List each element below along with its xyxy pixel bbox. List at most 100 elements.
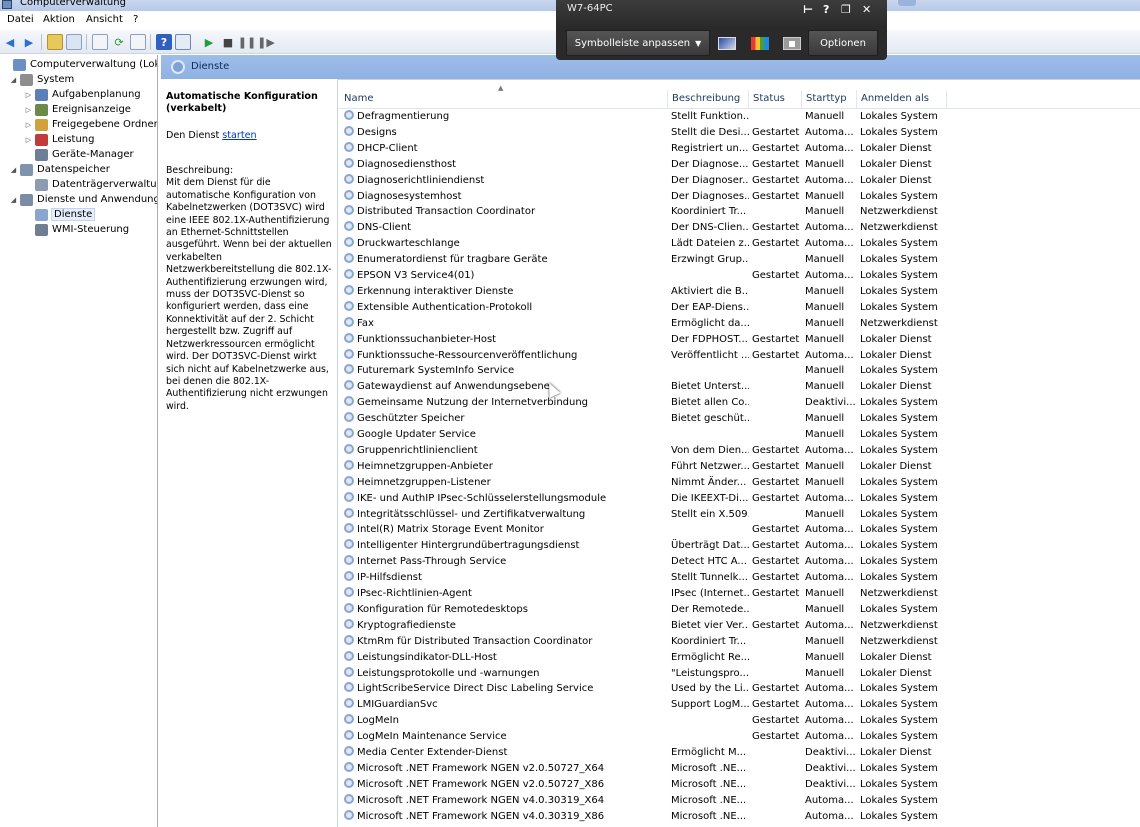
help-icon[interactable]: ?	[156, 34, 172, 50]
column-header-logon-as[interactable]: Anmelden als	[857, 90, 947, 108]
table-row[interactable]: Intelligenter Hintergrundübertragungsdie…	[338, 538, 1140, 554]
table-row[interactable]: DNS-Client Der DNS-Clien... Gestartet Autom…	[338, 220, 1140, 236]
table-row[interactable]: Heimnetzgruppen-Anbieter Führt Netzwer...…	[338, 459, 1140, 475]
network-icon[interactable]	[783, 37, 801, 50]
menu-datei[interactable]: Datei	[7, 14, 34, 25]
tree-item[interactable]: ◢ System	[9, 72, 74, 87]
tree-item[interactable]: Datenträgerverwaltung	[24, 177, 157, 192]
column-header-status[interactable]: Status	[749, 90, 802, 108]
tree-item[interactable]: ◢ Dienste und Anwendungen	[9, 192, 157, 207]
table-row[interactable]: Defragmentierung Stellt Funktion... Manuel…	[338, 109, 1140, 125]
color-quality-icon[interactable]	[751, 37, 769, 50]
tree-item[interactable]: ▷ Leistung	[24, 132, 94, 147]
table-row[interactable]: Geschützter Speicher Bietet geschüt... Man…	[338, 411, 1140, 427]
table-row[interactable]: Fax Ermöglicht da... Manuell Netzwerkdienst	[338, 316, 1140, 332]
table-row[interactable]: Internet Pass-Through Service Detect HTC …	[338, 554, 1140, 570]
table-row[interactable]: Futuremark SystemInfo Service Manuell Loka…	[338, 363, 1140, 379]
table-row[interactable]: Erkennung interaktiver Dienste Aktiviert …	[338, 284, 1140, 300]
table-row[interactable]: Heimnetzgruppen-Listener Nimmt Änder... Ge…	[338, 475, 1140, 491]
expand-arrow-icon[interactable]: ▷	[24, 91, 33, 99]
menu-ansicht[interactable]: Ansicht	[86, 14, 123, 25]
expand-arrow-icon[interactable]: ▷	[24, 106, 33, 114]
table-row[interactable]: Microsoft .NET Framework NGEN v4.0.30319…	[338, 793, 1140, 809]
table-row[interactable]: Google Updater Service Manuell Lokales Sys…	[338, 427, 1140, 443]
expand-arrow-icon[interactable]: ▷	[24, 121, 33, 129]
stop-service-icon[interactable]: ■	[220, 34, 236, 50]
forward-icon[interactable]: ▶	[21, 34, 37, 50]
properties-icon[interactable]	[92, 34, 108, 50]
table-row[interactable]: IP-Hilfsdienst Stellt Tunnelk... Gestartet…	[338, 570, 1140, 586]
column-header-starttype[interactable]: Starttyp	[802, 90, 857, 108]
table-row[interactable]: Microsoft .NET Framework NGEN v2.0.50727…	[338, 777, 1140, 793]
table-row[interactable]: Enumeratordienst für tragbare Geräte Erzw…	[338, 252, 1140, 268]
table-row[interactable]: Gemeinsame Nutzung der Internetverbindun…	[338, 395, 1140, 411]
start-service-icon[interactable]: ▶	[201, 34, 217, 50]
tree-item[interactable]: ▷ Freigegebene Ordner	[24, 117, 157, 132]
table-row[interactable]: LogMeIn Maintenance Service Gestartet Auto…	[338, 729, 1140, 745]
remote-session-toolbar: W7-64PC ⊢ ? ❐ ✕ Symbolleiste anpassen ▼ …	[556, 0, 887, 60]
table-row[interactable]: Funktionssuche-Ressourcenveröffentlichun…	[338, 348, 1140, 364]
table-row[interactable]: Diagnosediensthost Der Diagnose... Gestart…	[338, 157, 1140, 173]
expand-arrow-icon[interactable]: ◢	[9, 76, 18, 84]
customize-toolbar-button[interactable]: Symbolleiste anpassen ▼	[566, 30, 710, 56]
table-row[interactable]: Kryptografiedienste Bietet vier Ver... Ges…	[338, 618, 1140, 634]
tree-item[interactable]: ▷ Ereignisanzeige	[24, 102, 131, 117]
tree-item[interactable]: ▷ Aufgabenplanung	[24, 87, 141, 102]
service-logon: Netzwerkdienst	[860, 222, 938, 234]
table-row[interactable]: Diagnoserichtliniendienst Der Diagnoser..…	[338, 173, 1140, 189]
expand-arrow-icon[interactable]: ◢	[9, 166, 18, 174]
tree-item[interactable]: ◢ Datenspeicher	[9, 162, 110, 177]
table-row[interactable]: Microsoft .NET Framework NGEN v2.0.50727…	[338, 761, 1140, 777]
table-row[interactable]: Distributed Transaction Coordinator Koord…	[338, 204, 1140, 220]
table-row[interactable]: Konfiguration für Remotedesktops Der Remo…	[338, 602, 1140, 618]
service-name: DNS-Client	[344, 220, 669, 236]
table-row[interactable]: LogMeIn Gestartet Automa... Lokales System	[338, 713, 1140, 729]
refresh-icon[interactable]: ⟳	[111, 34, 127, 50]
table-row[interactable]: Integritätsschlüssel- und Zertifikatverw…	[338, 507, 1140, 523]
screen-icon[interactable]	[718, 37, 736, 50]
table-row[interactable]: Leistungsprotokolle und -warnungen "Leist…	[338, 666, 1140, 682]
options-button[interactable]: Optionen	[808, 30, 878, 56]
start-service-link[interactable]: starten	[222, 130, 256, 141]
column-header-name[interactable]: Name	[340, 90, 668, 108]
expand-arrow-icon[interactable]: ▷	[24, 136, 33, 144]
tree-item[interactable]: Dienste	[24, 207, 96, 222]
table-row[interactable]: Intel(R) Matrix Storage Event Monitor Ges…	[338, 522, 1140, 538]
table-row[interactable]: Leistungsindikator-DLL-Host Ermöglicht Re…	[338, 650, 1140, 666]
column-header-description[interactable]: Beschreibung	[668, 90, 749, 108]
close-icon[interactable]: ✕	[862, 3, 871, 16]
table-row[interactable]: Designs Stellt die Desi... Gestartet Automa…	[338, 125, 1140, 141]
table-row[interactable]: IPsec-Richtlinien-Agent IPsec (Internet..…	[338, 586, 1140, 602]
pin-icon[interactable]: ⊢	[803, 3, 813, 16]
table-row[interactable]: LightScribeService Direct Disc Labeling …	[338, 681, 1140, 697]
window-close-stub[interactable]	[898, 0, 916, 6]
show-tree-icon[interactable]	[66, 34, 82, 50]
back-icon[interactable]: ◀	[2, 34, 18, 50]
table-row[interactable]: Gatewaydienst auf Anwendungsebene Bietet …	[338, 379, 1140, 395]
pause-service-icon[interactable]: ❚❚	[238, 34, 256, 50]
table-row[interactable]: Media Center Extender-Dienst Ermöglicht M…	[338, 745, 1140, 761]
up-folder-icon[interactable]	[47, 34, 63, 50]
table-row[interactable]: Druckwarteschlange Lädt Dateien z... Gesta…	[338, 236, 1140, 252]
tree-item[interactable]: Computerverwaltung (Lokal)	[2, 57, 157, 72]
table-row[interactable]: Funktionssuchanbieter-Host Der FDPHOST...…	[338, 332, 1140, 348]
tree-item[interactable]: Geräte-Manager	[24, 147, 134, 162]
show-action-pane-icon[interactable]	[175, 34, 191, 50]
table-row[interactable]: Microsoft .NET Framework NGEN v4.0.30319…	[338, 809, 1140, 825]
help-icon[interactable]: ?	[823, 3, 829, 16]
table-row[interactable]: LMIGuardianSvc Support LogM... Gestartet Au…	[338, 697, 1140, 713]
table-row[interactable]: DHCP-Client Registriert un... Gestartet Aut…	[338, 141, 1140, 157]
table-row[interactable]: EPSON V3 Service4(01) Gestartet Automa... L…	[338, 268, 1140, 284]
menu-aktion[interactable]: Aktion	[43, 14, 75, 25]
export-list-icon[interactable]	[130, 34, 146, 50]
expand-arrow-icon[interactable]: ◢	[9, 196, 18, 204]
menu-help[interactable]: ?	[133, 14, 138, 25]
table-row[interactable]: Extensible Authentication-Protokoll Der E…	[338, 300, 1140, 316]
table-row[interactable]: KtmRm für Distributed Transaction Coordi…	[338, 634, 1140, 650]
table-row[interactable]: Gruppenrichtlinienclient Von dem Dien... G…	[338, 443, 1140, 459]
table-row[interactable]: Diagnosesystemhost Der Diagnoses... Gestar…	[338, 189, 1140, 205]
tree-item[interactable]: WMI-Steuerung	[24, 222, 129, 237]
restore-window-icon[interactable]: ❐	[841, 3, 851, 16]
restart-service-icon[interactable]: ❚▶	[257, 34, 275, 50]
table-row[interactable]: IKE- und AuthIP IPsec-Schlüsselerstellun…	[338, 491, 1140, 507]
